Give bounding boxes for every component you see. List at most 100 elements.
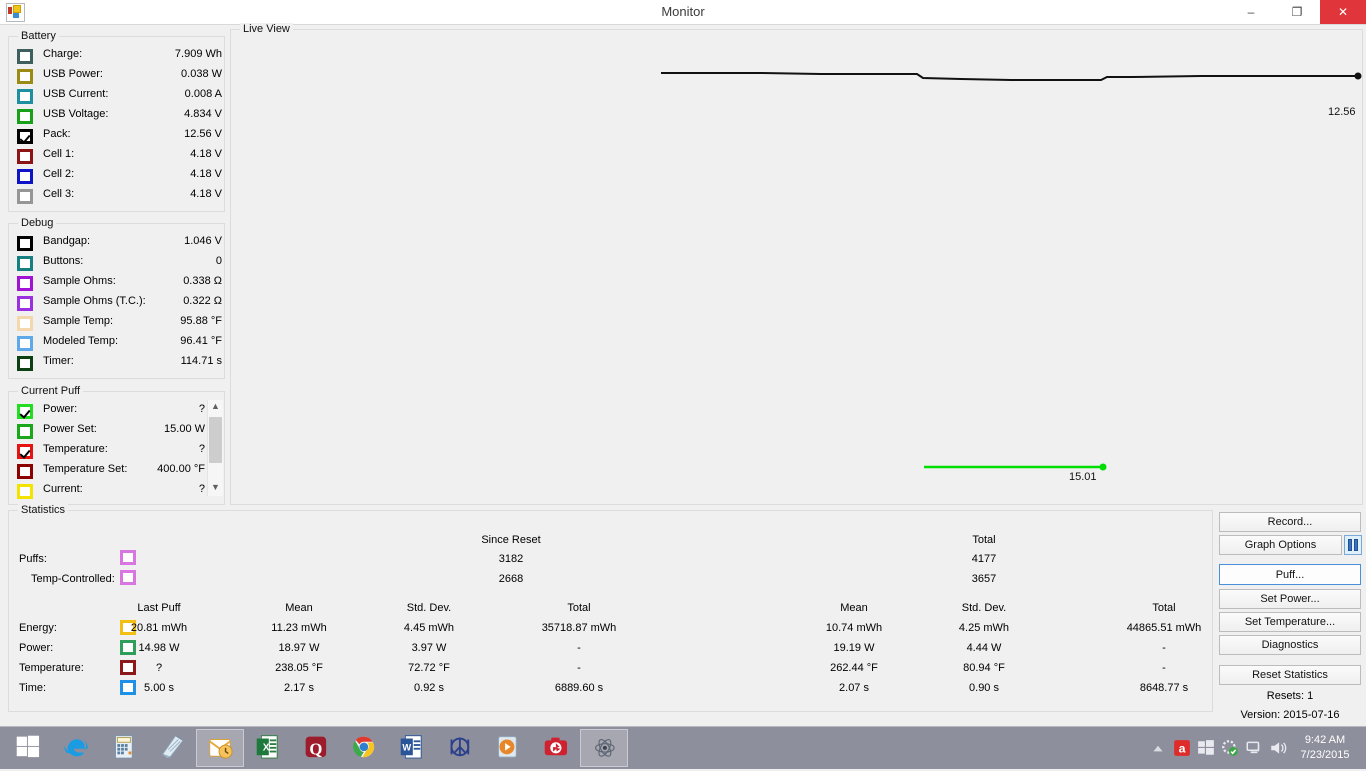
- window-title-bar[interactable]: Monitor – ❐ ✕: [0, 0, 1366, 25]
- series-color-checkbox[interactable]: [17, 444, 33, 459]
- series-color-checkbox[interactable]: [17, 404, 33, 419]
- live-view-panel[interactable]: Live View 12.56 15.01: [230, 23, 1363, 505]
- series-color-checkbox[interactable]: [17, 356, 33, 371]
- puff-button[interactable]: Puff...: [1219, 564, 1361, 585]
- pause-icon[interactable]: [1344, 535, 1362, 555]
- windows-icon[interactable]: [1196, 727, 1216, 769]
- monitor-app[interactable]: [580, 729, 628, 767]
- close-button[interactable]: ✕: [1320, 0, 1366, 24]
- calculator-icon: [100, 729, 148, 767]
- series-color-checkbox[interactable]: [17, 189, 33, 204]
- outlook[interactable]: [196, 729, 244, 767]
- variable-value: 0.322 Ω: [183, 295, 222, 307]
- stats-cell: 8648.77 s: [1139, 682, 1189, 694]
- stats-cell: 11.23 mWh: [271, 622, 327, 634]
- variable-row[interactable]: Sample Ohms (T.C.): 0.322 Ω: [17, 294, 222, 314]
- scroll-up-arrow[interactable]: ▲: [208, 400, 223, 415]
- excel[interactable]: X: [244, 729, 292, 767]
- variable-row[interactable]: Pack: 12.56 V: [17, 127, 222, 147]
- peace-icon: [436, 729, 484, 767]
- series-color-checkbox[interactable]: [17, 484, 33, 499]
- set-power-button[interactable]: Set Power...: [1219, 589, 1361, 609]
- stats-cell: 0.90 s: [969, 682, 999, 694]
- scroll-down-arrow[interactable]: ▼: [208, 481, 223, 496]
- variable-row[interactable]: Temperature Set: 400.00 °F: [17, 462, 205, 482]
- set-temperature-button[interactable]: Set Temperature...: [1219, 612, 1361, 632]
- variable-label: Sample Temp:: [43, 315, 114, 327]
- diagnostics-button[interactable]: Diagnostics: [1219, 635, 1361, 655]
- record-button[interactable]: Record...: [1219, 512, 1361, 532]
- puffs-color-swatch[interactable]: [120, 550, 136, 565]
- variable-value: 114.71 s: [180, 355, 222, 367]
- variable-row[interactable]: Timer: 114.71 s: [17, 354, 222, 374]
- internet-explorer[interactable]: [52, 729, 100, 767]
- variable-label: Sample Ohms:: [43, 275, 116, 287]
- variable-row[interactable]: USB Voltage: 4.834 V: [17, 107, 222, 127]
- calculator[interactable]: [100, 729, 148, 767]
- chrome[interactable]: [340, 729, 388, 767]
- graph-options-button[interactable]: Graph Options: [1219, 535, 1342, 555]
- variable-row[interactable]: Cell 1: 4.18 V: [17, 147, 222, 167]
- stats-cell: -: [577, 642, 581, 654]
- series-color-checkbox[interactable]: [17, 69, 33, 84]
- variable-value: 7.909 Wh: [174, 48, 222, 60]
- series-color-checkbox[interactable]: [17, 89, 33, 104]
- temp-controlled-color-swatch[interactable]: [120, 570, 136, 585]
- word[interactable]: W: [388, 729, 436, 767]
- series-color-checkbox[interactable]: [17, 424, 33, 439]
- variable-value: 0: [215, 255, 222, 267]
- camera-app[interactable]: [532, 729, 580, 767]
- network[interactable]: [1244, 727, 1264, 769]
- live-view-chart[interactable]: [231, 30, 1362, 504]
- series-color-checkbox[interactable]: [17, 129, 33, 144]
- series-color-checkbox[interactable]: [17, 169, 33, 184]
- stats-column-header: Mean: [840, 602, 868, 614]
- variable-row[interactable]: Current:?: [17, 482, 205, 502]
- taskbar[interactable]: X Q W a 9:42 AM 7/23/2015: [0, 726, 1366, 769]
- series-color-checkbox[interactable]: [17, 296, 33, 311]
- minimize-button[interactable]: –: [1228, 0, 1274, 24]
- current-puff-scrollbar[interactable]: ▲ ▼: [207, 400, 223, 496]
- media-player[interactable]: [484, 729, 532, 767]
- avast-antivirus[interactable]: a: [1172, 727, 1192, 769]
- variable-row[interactable]: Power:?: [17, 402, 205, 422]
- settings-tray[interactable]: [1220, 727, 1240, 769]
- stats-cell: 19.19 W: [833, 642, 875, 654]
- variable-row[interactable]: Cell 3: 4.18 V: [17, 187, 222, 207]
- maximize-button[interactable]: ❐: [1274, 0, 1320, 24]
- variable-row[interactable]: USB Current: 0.008 A: [17, 87, 222, 107]
- clock-time: 9:42 AM: [1304, 734, 1346, 746]
- notepad[interactable]: [148, 729, 196, 767]
- variable-row[interactable]: Cell 2: 4.18 V: [17, 167, 222, 187]
- series-color-checkbox[interactable]: [17, 236, 33, 251]
- series-color-checkbox[interactable]: [17, 276, 33, 291]
- series-color-checkbox[interactable]: [17, 49, 33, 64]
- quicken[interactable]: Q: [292, 729, 340, 767]
- peace-app[interactable]: [436, 729, 484, 767]
- series-color-checkbox[interactable]: [17, 109, 33, 124]
- series-color-checkbox[interactable]: [17, 316, 33, 331]
- variable-row[interactable]: Sample Temp: 95.88 °F: [17, 314, 222, 334]
- temp-controlled-label: Temp-Controlled:: [31, 573, 115, 585]
- variable-row[interactable]: Bandgap: 1.046 V: [17, 234, 222, 254]
- start-button[interactable]: [4, 729, 52, 767]
- reset-statistics-button[interactable]: Reset Statistics: [1219, 665, 1361, 685]
- variable-row[interactable]: USB Power: 0.038 W: [17, 67, 222, 87]
- series-color-checkbox[interactable]: [17, 149, 33, 164]
- variable-value: 12.56 V: [184, 128, 222, 140]
- variable-label: Power:: [43, 403, 78, 415]
- series-color-checkbox[interactable]: [17, 256, 33, 271]
- variable-row[interactable]: Buttons: 0: [17, 254, 222, 274]
- variable-row[interactable]: Sample Ohms: 0.338 Ω: [17, 274, 222, 294]
- volume[interactable]: [1268, 727, 1288, 769]
- variable-row[interactable]: Modeled Temp: 96.41 °F: [17, 334, 222, 354]
- variable-row[interactable]: Power Set: 15.00 W: [17, 422, 205, 442]
- scrollbar-thumb[interactable]: [209, 417, 222, 463]
- series-color-checkbox[interactable]: [17, 336, 33, 351]
- variable-row[interactable]: Temperature:?: [17, 442, 205, 462]
- series-color-checkbox[interactable]: [17, 464, 33, 479]
- show-hidden-icons[interactable]: [1148, 727, 1168, 769]
- variable-label: Temperature Set:: [43, 463, 128, 475]
- variable-row[interactable]: Charge: 7.909 Wh: [17, 47, 222, 67]
- clock[interactable]: 9:42 AM 7/23/2015: [1290, 727, 1360, 769]
